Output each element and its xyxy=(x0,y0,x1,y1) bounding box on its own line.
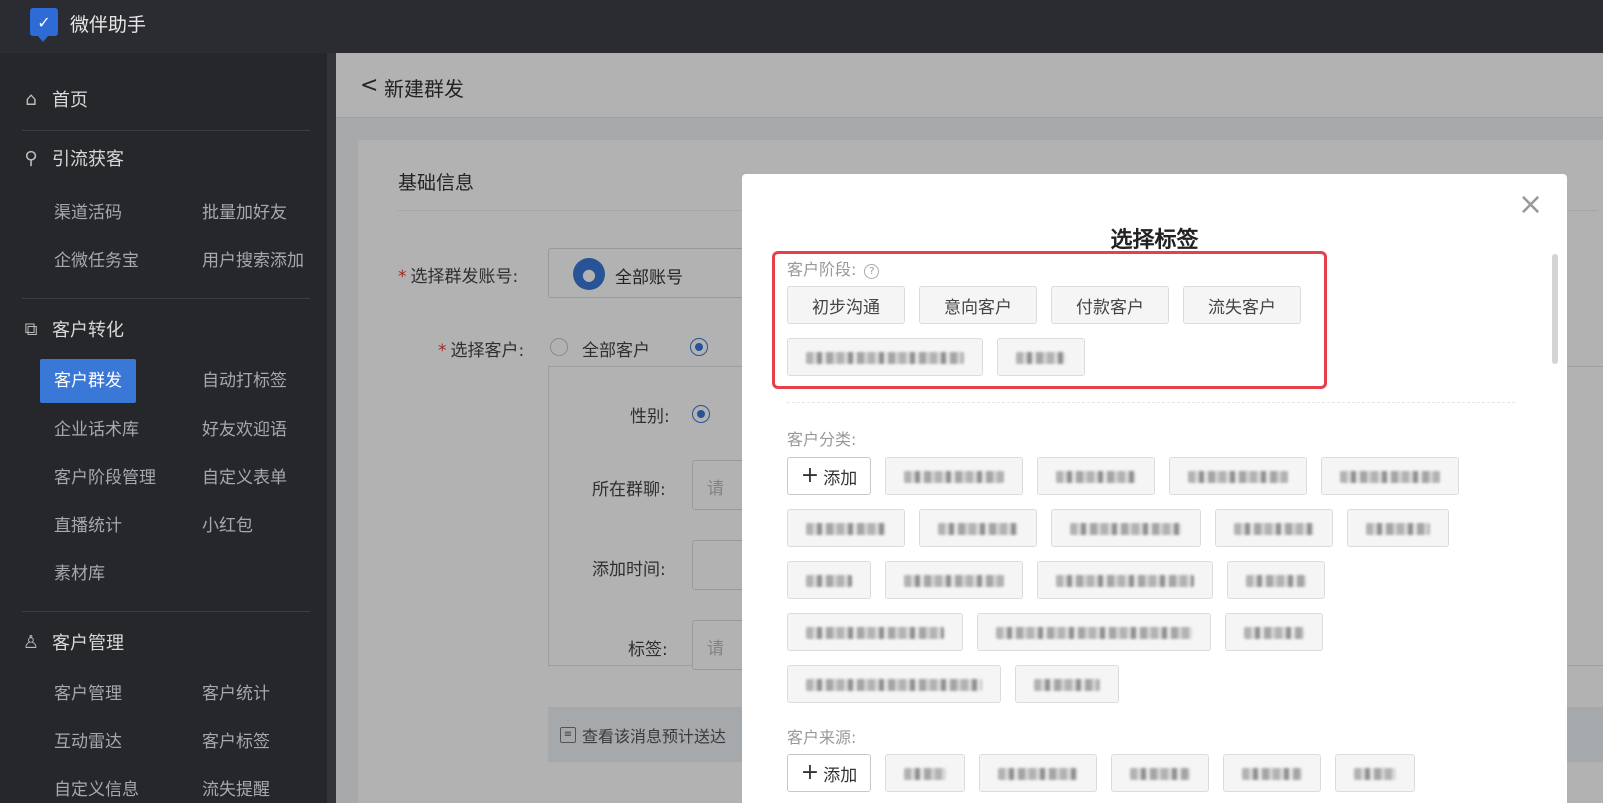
sidebar-item-customer-tags[interactable]: 客户标签 xyxy=(188,720,284,764)
tag-blurred[interactable] xyxy=(787,509,905,547)
tag-blurred[interactable] xyxy=(1051,509,1201,547)
tag-blurred[interactable] xyxy=(885,561,1023,599)
sidebar-item-user-search-add[interactable]: 用户搜索添加 xyxy=(188,239,318,283)
tag-blurred[interactable] xyxy=(1227,561,1325,599)
conversion-icon: ⧉ xyxy=(24,318,38,340)
plus-icon: + xyxy=(800,463,820,488)
sidebar-item-channel-code[interactable]: 渠道活码 xyxy=(40,191,136,235)
sidebar-item-live-stats[interactable]: 直播统计 xyxy=(40,504,136,548)
tag-blurred[interactable] xyxy=(1321,457,1459,495)
sidebar-item-interaction-radar[interactable]: 互动雷达 xyxy=(40,720,136,764)
tag-blurred[interactable] xyxy=(1169,457,1307,495)
tag-blurred[interactable] xyxy=(787,338,983,376)
source-label: 客户来源: xyxy=(787,728,857,747)
sidebar-item-custom-info[interactable]: 自定义信息 xyxy=(40,768,153,803)
category-label: 客户分类: xyxy=(787,430,857,449)
sidebar-section-traffic[interactable]: ⚲ 引流获客 xyxy=(22,145,124,171)
tag-blurred[interactable] xyxy=(1015,665,1119,703)
tag-blurred[interactable] xyxy=(787,613,963,651)
stage-label: 客户阶段:? xyxy=(787,256,880,280)
sidebar-item-welcome-message[interactable]: 好友欢迎语 xyxy=(188,408,301,452)
close-icon[interactable]: × xyxy=(1518,190,1543,220)
sidebar-section-conversion[interactable]: ⧉ 客户转化 xyxy=(22,316,124,342)
sidebar-item-custom-form[interactable]: 自定义表单 xyxy=(188,456,301,500)
tag-blurred[interactable] xyxy=(919,509,1037,547)
sidebar-section-label: 客户转化 xyxy=(52,320,124,341)
app-title: 微伴助手 xyxy=(70,14,147,36)
tag-blurred[interactable] xyxy=(1037,561,1213,599)
sidebar-item-customer-mass-send[interactable]: 客户群发 xyxy=(40,359,136,403)
check-icon: ✓ xyxy=(30,8,58,42)
sidebar-divider xyxy=(22,130,310,131)
user-traffic-icon: ⚲ xyxy=(24,147,38,169)
section-divider xyxy=(787,402,1515,403)
sidebar-item-task-treasure[interactable]: 企微任务宝 xyxy=(40,239,153,283)
sidebar-item-script-library[interactable]: 企业话术库 xyxy=(40,408,153,452)
sidebar-home-label: 首页 xyxy=(52,90,88,111)
tag-blurred[interactable] xyxy=(997,338,1085,376)
tag-stage-paid[interactable]: 付款客户 xyxy=(1051,286,1169,324)
sidebar-item-material-library[interactable]: 素材库 xyxy=(40,552,119,596)
sidebar-item-auto-tagging[interactable]: 自动打标签 xyxy=(188,359,301,403)
sidebar-section-label: 引流获客 xyxy=(52,149,124,170)
tag-blurred[interactable] xyxy=(1037,457,1155,495)
tag-blurred[interactable] xyxy=(1225,613,1323,651)
tag-blurred[interactable] xyxy=(1111,754,1209,792)
tag-stage-initial[interactable]: 初步沟通 xyxy=(787,286,905,324)
sidebar-section-label: 客户管理 xyxy=(52,633,124,654)
tag-blurred[interactable] xyxy=(1335,754,1415,792)
tag-blurred[interactable] xyxy=(885,457,1023,495)
top-bar: ✓ 微伴助手 xyxy=(0,0,1603,53)
add-source-tag-button[interactable]: + 添加 xyxy=(787,754,871,792)
sidebar-item-customer-stats[interactable]: 客户统计 xyxy=(188,672,284,716)
sidebar-item-churn-reminder[interactable]: 流失提醒 xyxy=(188,768,284,803)
sidebar-section-customer-management[interactable]: ♙ 客户管理 xyxy=(22,629,124,655)
home-icon: ⌂ xyxy=(25,88,37,110)
sidebar-divider xyxy=(22,298,310,299)
plus-icon: + xyxy=(800,760,820,785)
tag-blurred[interactable] xyxy=(787,665,1001,703)
sidebar-scrollbar[interactable] xyxy=(327,53,336,803)
tag-blurred[interactable] xyxy=(1215,509,1333,547)
tag-stage-churned[interactable]: 流失客户 xyxy=(1183,286,1301,324)
sidebar-item-red-packet[interactable]: 小红包 xyxy=(188,504,267,548)
person-icon: ♙ xyxy=(22,631,40,653)
tag-blurred[interactable] xyxy=(885,754,965,792)
help-icon[interactable]: ? xyxy=(864,264,880,279)
select-tag-modal: 选择标签 × 客户阶段:? 初步沟通 意向客户 付款客户 流失客户 客户分类: … xyxy=(742,174,1567,803)
sidebar-divider xyxy=(22,611,310,612)
add-category-tag-button[interactable]: + 添加 xyxy=(787,457,871,495)
sidebar-item-home[interactable]: ⌂ 首页 xyxy=(22,86,88,112)
tag-stage-intent[interactable]: 意向客户 xyxy=(919,286,1037,324)
sidebar-item-stage-management[interactable]: 客户阶段管理 xyxy=(40,456,170,500)
modal-title: 选择标签 xyxy=(1110,228,1199,253)
sidebar-item-batch-add-friends[interactable]: 批量加好友 xyxy=(188,191,301,235)
tag-blurred[interactable] xyxy=(1223,754,1321,792)
sidebar-item-customer-management[interactable]: 客户管理 xyxy=(40,672,136,716)
tag-blurred[interactable] xyxy=(787,561,871,599)
tag-blurred[interactable] xyxy=(979,754,1097,792)
tag-blurred[interactable] xyxy=(1347,509,1449,547)
tag-blurred[interactable] xyxy=(977,613,1211,651)
modal-scrollbar[interactable] xyxy=(1552,254,1558,364)
